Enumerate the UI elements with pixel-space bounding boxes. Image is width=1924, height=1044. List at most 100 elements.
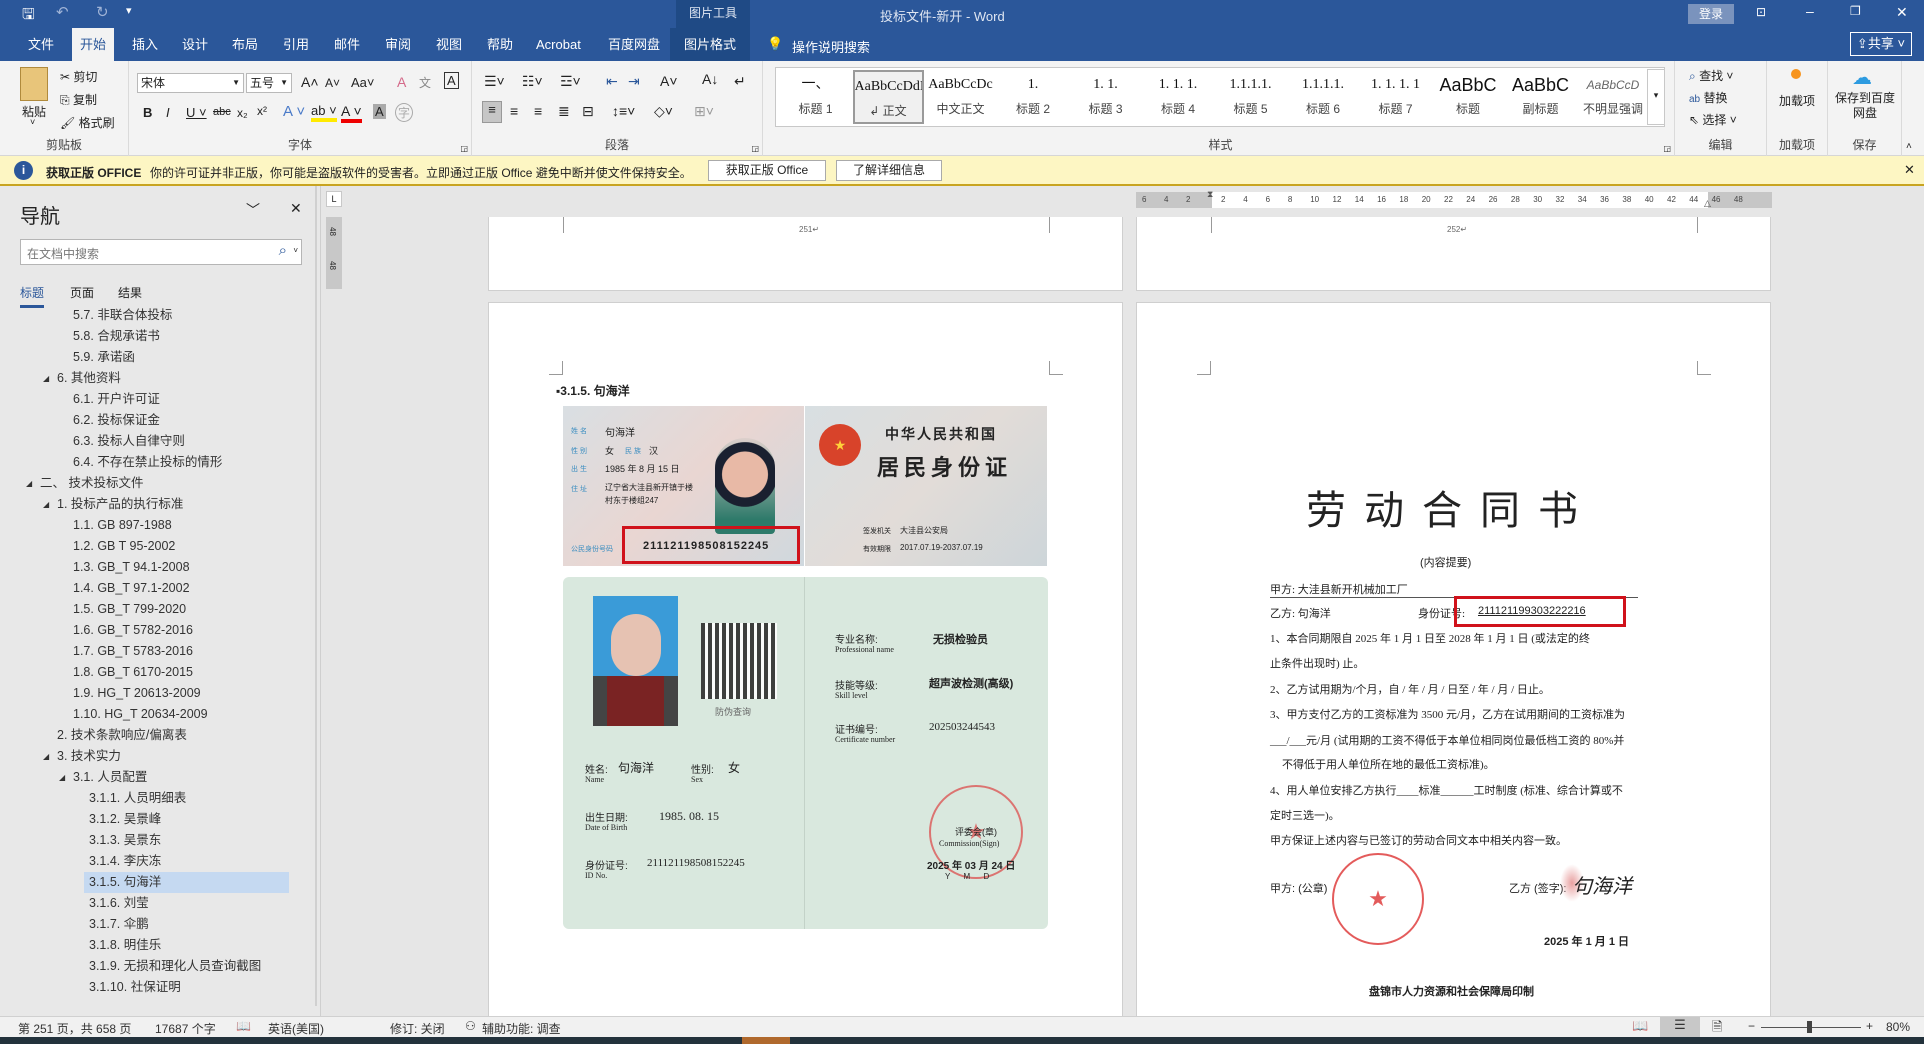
style-item[interactable]: AaBbC 标题 [1433,70,1504,124]
nav-heading-item[interactable]: 3.1.4. 李庆冻 [89,851,161,872]
nav-heading-item[interactable]: 3.1.8. 明佳乐 [89,935,161,956]
nav-heading-item[interactable]: 3.1.3. 吴景东 [89,830,161,851]
customize-qat-icon[interactable]: ▾ [126,4,132,17]
tab-1[interactable]: 开始 [72,28,115,61]
tab-2[interactable]: 插入 [124,28,166,61]
asian-layout-icon[interactable]: A˅ [660,73,678,89]
print-layout-icon[interactable]: ☰ [1660,1017,1700,1037]
nav-heading-item[interactable]: 6.2. 投标保证金 [73,410,160,431]
accessibility-status[interactable]: 辅助功能: 调查 [482,1020,561,1037]
nav-options-chevron-icon[interactable]: ﹀ [246,200,260,220]
addins-button[interactable]: 加载项 [1779,93,1815,109]
font-size-select[interactable]: 五号 ▼ [246,73,292,93]
align-right-icon[interactable]: ≡ [534,103,542,119]
close-icon[interactable]: ✕ [1896,4,1908,21]
zoom-slider[interactable] [1761,1021,1861,1033]
ribbon-display-options-icon[interactable]: ⊡ [1756,5,1766,19]
font-color-icon[interactable]: A ˅ [341,103,362,123]
tab-12[interactable]: 图片格式 [670,28,750,61]
nav-close-icon[interactable]: ✕ [290,200,302,217]
nav-heading-item[interactable]: 1.2. GB T 95-2002 [73,536,175,557]
format-painter-button[interactable]: 🖌 格式刷 [60,114,115,131]
vertical-ruler[interactable]: 48 48 [326,217,342,289]
read-mode-icon[interactable]: 📖 [1632,1018,1648,1034]
zoom-in-icon[interactable]: + [1866,1019,1873,1033]
nav-tab-1[interactable]: 页面 [70,284,94,301]
decrease-indent-icon[interactable]: ⇤ [606,73,618,90]
expand-collapse-icon[interactable]: ◢ [43,752,49,761]
dialog-launcher-icon[interactable]: ◲ [1663,144,1671,153]
expand-collapse-icon[interactable]: ◢ [59,773,65,782]
learn-more-button[interactable]: 了解详细信息 [836,160,942,181]
shrink-font-icon[interactable]: A˅ [325,76,340,90]
font-name-select[interactable]: 宋体 ▼ [137,73,244,93]
baidu-cloud-icon[interactable]: ☁ [1852,65,1872,90]
nav-heading-item[interactable]: 3. 技术实力 [57,746,121,767]
style-item[interactable]: AaBbC 副标题 [1505,70,1576,124]
nav-heading-item[interactable]: 1.4. GB_T 97.1-2002 [73,578,190,599]
tell-me-icon[interactable]: 💡 [767,28,787,61]
zoom-level[interactable]: 80% [1886,1020,1910,1034]
nav-heading-item[interactable]: 3.1.2. 吴景峰 [89,809,161,830]
save-icon[interactable]: 🖫 [22,4,35,29]
copy-button[interactable]: ⎘ 复制 [60,91,97,108]
character-shading-icon[interactable]: A [373,104,386,119]
cut-button[interactable]: ✂ 剪切 [60,68,97,85]
justify-icon[interactable]: ≣ [558,103,570,120]
tab-4[interactable]: 布局 [224,28,266,61]
multilevel-list-icon[interactable]: ☲˅ [560,73,581,90]
nav-heading-item[interactable]: 5.9. 承诺函 [73,347,135,368]
nav-heading-item[interactable]: 3.1.1. 人员明细表 [89,788,186,809]
expand-collapse-icon[interactable]: ◢ [43,374,49,383]
nav-heading-item[interactable]: 6.4. 不存在禁止投标的情形 [73,452,222,473]
nav-heading-item[interactable]: 二、 技术投标文件 [40,473,143,494]
tab-0[interactable]: 文件 [20,28,62,61]
increase-indent-icon[interactable]: ⇥ [628,73,640,90]
align-left-icon[interactable]: ≡ [482,101,502,123]
nav-heading-item[interactable]: 1.1. GB 897-1988 [73,515,172,536]
nav-heading-item[interactable]: 1.7. GB_T 5783-2016 [73,641,193,662]
clear-format-icon[interactable]: A [397,74,406,90]
nav-scrollbar[interactable] [315,186,317,1006]
get-genuine-office-button[interactable]: 获取正版 Office [708,160,826,181]
first-line-indent-marker-icon[interactable]: ⧗ [1207,189,1213,200]
nav-search-input[interactable]: 在文档中搜索 ⌕ ˅ [20,239,302,265]
line-spacing-icon[interactable]: ↕≡˅ [612,103,635,119]
nav-heading-item[interactable]: 1.5. GB_T 799-2020 [73,599,186,620]
show-marks-icon[interactable]: ↵ [734,73,746,90]
nav-tab-2[interactable]: 结果 [118,284,142,301]
tab-5[interactable]: 引用 [275,28,317,61]
nav-heading-item[interactable]: 1.9. HG_T 20613-2009 [73,683,201,704]
track-changes-status[interactable]: 修订: 关闭 [390,1020,445,1037]
underline-icon[interactable]: U ˅ [186,105,207,120]
subscript-icon[interactable]: x₂ [237,106,248,120]
taskbar-active-app[interactable] [742,1037,790,1044]
strikethrough-icon[interactable]: abc [213,106,231,118]
select-button[interactable]: ⇖ 选择 ˅ [1689,111,1737,128]
nav-heading-item[interactable]: 3.1.9. 无损和理化人员查询截图 [89,956,261,977]
tab-9[interactable]: 帮助 [479,28,521,61]
nav-heading-item[interactable]: 1.8. GB_T 6170-2015 [73,662,193,683]
tab-8[interactable]: 视图 [428,28,470,61]
style-item[interactable]: 1.1.1.1. 标题 6 [1288,70,1359,124]
nav-heading-item[interactable]: 2. 技术条款响应/偏离表 [57,725,187,746]
share-button[interactable]: ⇪共享 ˅ [1850,32,1912,56]
nav-heading-item[interactable]: 5.7. 非联合体投标 [73,308,172,326]
enclose-characters-icon[interactable]: 字 [395,103,414,122]
expand-collapse-icon[interactable]: ◢ [43,500,49,509]
style-item[interactable]: 1. 1. 标题 3 [1070,70,1141,124]
align-center-icon[interactable]: ≡ [510,103,518,119]
proofing-icon[interactable]: 📖 [236,1019,251,1033]
find-button[interactable]: ⌕ 查找 ˅ [1689,67,1733,84]
restore-icon[interactable]: ❐ [1850,4,1861,18]
bullets-icon[interactable]: ☰˅ [484,73,505,90]
zoom-slider-thumb[interactable] [1807,1021,1813,1033]
tab-6[interactable]: 邮件 [326,28,368,61]
style-item[interactable]: 1. 1. 1. 标题 4 [1143,70,1214,124]
nav-heading-item[interactable]: 6.1. 开户许可证 [73,389,160,410]
nav-heading-item[interactable]: 5.8. 合规承诺书 [73,326,160,347]
nav-heading-item[interactable]: 1.10. HG_T 20634-2009 [73,704,208,725]
nav-heading-item[interactable]: 3.1.10. 社保证明 [89,977,181,998]
tab-3[interactable]: 设计 [174,28,216,61]
text-effects-icon[interactable]: A ˅ [283,103,305,120]
